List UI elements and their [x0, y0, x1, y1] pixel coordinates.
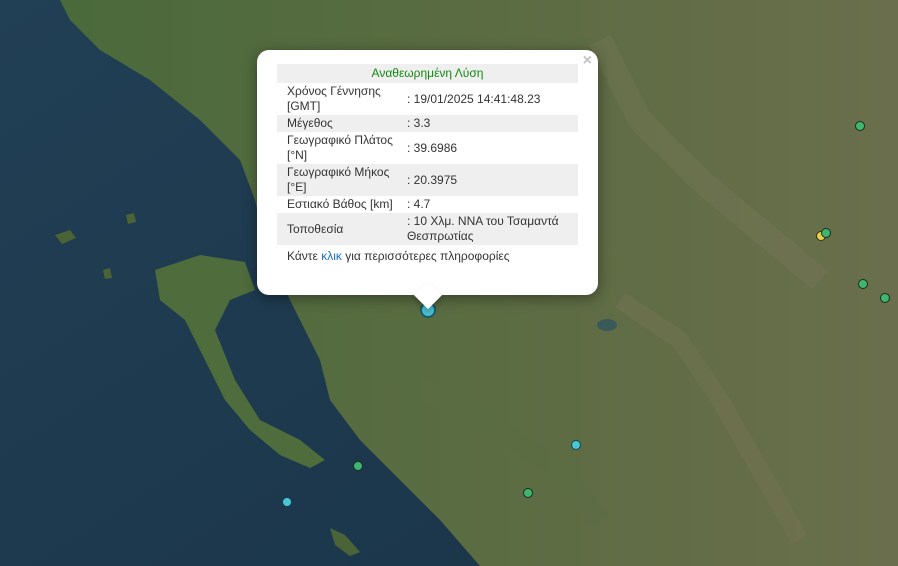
earthquake-marker[interactable]	[523, 488, 533, 498]
table-row: Γεωγραφικό Μήκος [°E] : 20.3975	[277, 164, 578, 196]
row-label: Γεωγραφικό Πλάτος [°N]	[287, 133, 393, 162]
row-value: : 3.3	[405, 115, 578, 132]
row-label: Γεωγραφικό Μήκος [°E]	[277, 164, 405, 196]
row-label: Τοποθεσία	[277, 213, 405, 245]
earthquake-marker[interactable]	[880, 293, 890, 303]
earthquake-details-table: Χρόνος Γέννησης [GMT] : 19/01/2025 14:41…	[277, 83, 578, 245]
row-value: : 19/01/2025 14:41:48.23	[407, 91, 541, 106]
row-label: Μέγεθος	[277, 115, 405, 132]
row-value: : 10 Χλμ. ΝΝΑ του Τσαμαντά Θεσπρωτίας	[405, 213, 578, 245]
table-row: Γεωγραφικό Πλάτος [°N] : 39.6986	[277, 132, 578, 164]
earthquake-marker[interactable]	[855, 121, 865, 131]
earthquake-marker[interactable]	[571, 440, 581, 450]
close-icon[interactable]: ×	[583, 53, 592, 69]
earthquake-marker[interactable]	[282, 497, 292, 507]
more-suffix: για περισσότερες πληροφορίες	[341, 249, 510, 263]
earthquake-marker[interactable]	[821, 228, 831, 238]
row-value: : 4.7	[407, 197, 431, 211]
row-label: Χρόνος Γέννησης [GMT]	[287, 84, 381, 113]
table-row: Χρόνος Γέννησης [GMT] : 19/01/2025 14:41…	[277, 83, 578, 115]
map-view[interactable]: × Αναθεωρημένη Λύση Χρόνος Γέννησης [GMT…	[0, 0, 898, 566]
table-row: Τοποθεσία : 10 Χλμ. ΝΝΑ του Τσαμαντά Θεσ…	[277, 213, 578, 245]
table-row: Εστιακό Βάθος [km] : 4.7	[277, 196, 578, 213]
table-row: Μέγεθος : 3.3	[277, 115, 578, 132]
more-info-line: Κάντε κλικ για περισσότερες πληροφορίες	[277, 249, 578, 263]
row-label: Εστιακό Βάθος [km]	[287, 197, 393, 211]
row-value: : 39.6986	[407, 140, 458, 155]
lake	[597, 319, 617, 331]
row-value: : 20.3975	[405, 164, 578, 196]
more-prefix: Κάντε	[287, 249, 322, 263]
popup-title: Αναθεωρημένη Λύση	[277, 64, 578, 83]
earthquake-marker[interactable]	[353, 461, 363, 471]
more-info-link[interactable]: κλικ	[321, 249, 342, 263]
earthquake-info-popup: × Αναθεωρημένη Λύση Χρόνος Γέννησης [GMT…	[257, 50, 598, 310]
earthquake-marker[interactable]	[858, 279, 868, 289]
